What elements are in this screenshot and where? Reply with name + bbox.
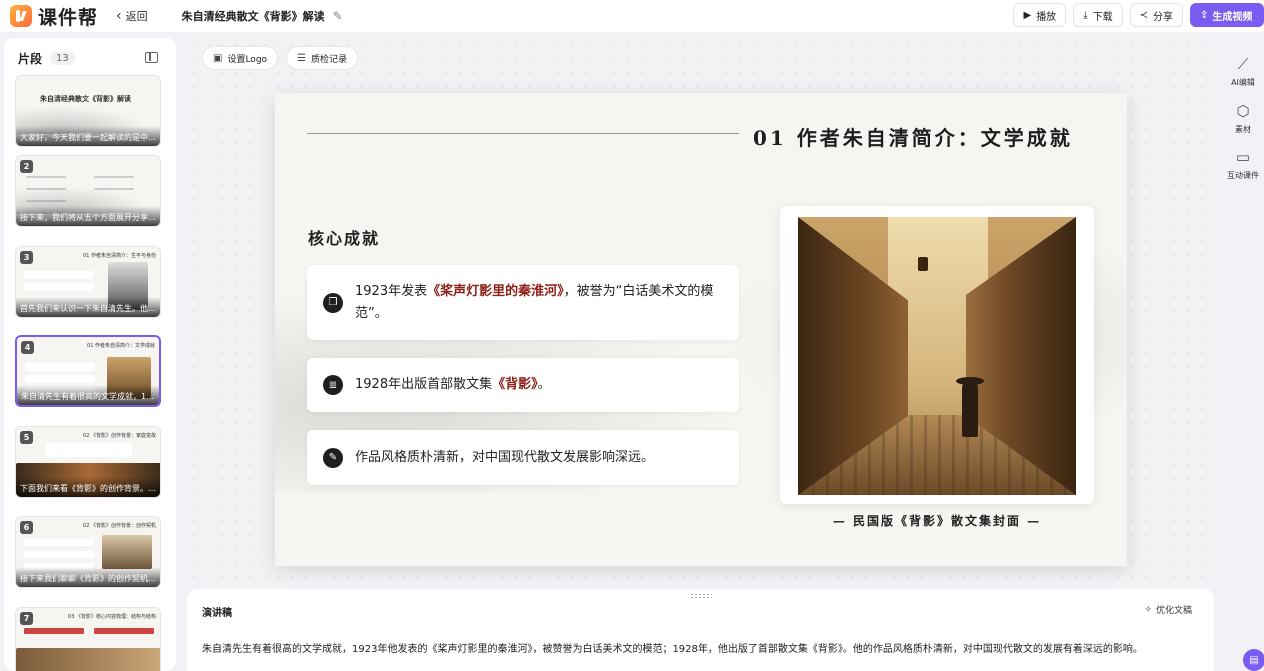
optimize-script-button[interactable]: ✧ 优化文稿	[1144, 603, 1192, 617]
set-logo-button[interactable]: ▣ 设置Logo	[202, 46, 279, 70]
thumb-number: 2	[20, 160, 33, 173]
title-divider	[307, 133, 739, 134]
segment-thumb-4[interactable]: 4 01 作者朱自清简介：文学成就 朱自清先生有着很高的文学成就，1923…	[15, 335, 161, 407]
segment-thumb-3[interactable]: 3 01 作者朱自清简介：生平与身份 首先我们来认识一下朱自清先生。他出…	[15, 246, 161, 318]
thumb-heading: 01 作者朱自清简介：文学成就	[87, 343, 155, 349]
sparkle-icon: ✧	[1144, 604, 1152, 615]
segment-thumb-5[interactable]: 5 02 《背影》创作背景：家庭变故 下面我们来看《背影》的创作背景。19…	[15, 426, 161, 498]
segment-thumb-2[interactable]: 2 接下来，我们将从五个方面展开分享。…	[15, 155, 161, 227]
share-button[interactable]: ≺ 分享	[1129, 3, 1183, 27]
document-title[interactable]: 朱自清经典散文《背影》解读	[182, 8, 325, 24]
download-label: 下载	[1092, 11, 1113, 23]
cover-image-frame	[780, 206, 1094, 504]
ai-edit-tool[interactable]: ⟋ AI编辑	[1222, 55, 1264, 88]
qc-records-button[interactable]: ☰ 质检记录	[286, 46, 358, 70]
image-caption: — 民国版《背影》散文集封面 —	[832, 514, 1042, 528]
cube-icon: ⬡	[1236, 102, 1250, 120]
interactive-courseware-tool[interactable]: ▭ 互动课件	[1222, 148, 1264, 181]
segment-thumb-6[interactable]: 6 02 《背影》创作背景：创作契机 接下来我们聊聊《背影》的创作契机。…	[15, 516, 161, 588]
play-icon: ▶	[1023, 9, 1032, 21]
play-button[interactable]: ▶ 播放	[1013, 3, 1067, 27]
pencil-icon[interactable]: ✎	[333, 9, 343, 23]
thumb-heading: 朱自清经典散文《背影》解读	[40, 95, 131, 103]
speech-panel: 演讲稿 ✧ 优化文稿 朱自清先生有着很高的文学成就，1923年他发表的《桨声灯影…	[187, 589, 1214, 671]
achievement-card-1: ❒ 1923年发表《桨声灯影里的秦淮河》，被誉为“白话美术文的模范”。	[307, 265, 739, 340]
alley-image	[798, 217, 1076, 495]
back-button[interactable]: ‹ 返回	[116, 8, 148, 24]
help-badge-icon[interactable]: ▤	[1243, 649, 1264, 671]
thumb-caption: 接下来，我们将从五个方面展开分享。…	[16, 206, 160, 226]
thumb-heading: 01 作者朱自清简介：生平与身份	[83, 253, 156, 259]
share-label: 分享	[1153, 11, 1173, 23]
thumb-caption: 首先我们来认识一下朱自清先生。他出…	[16, 297, 160, 317]
download-button[interactable]: ⤓ 下载	[1073, 3, 1123, 27]
generate-video-label: 生成视频	[1212, 11, 1253, 23]
achievement-card-3: ✎ 作品风格质朴清新，对中国现代散文发展影响深远。	[307, 430, 739, 485]
back-label: 返回	[125, 10, 148, 23]
qc-records-label: 质检记录	[310, 54, 347, 65]
magic-wand-icon: ⟋	[1237, 55, 1249, 73]
resize-handle[interactable]	[690, 593, 712, 599]
panel-toggle-icon[interactable]	[145, 52, 158, 63]
materials-tool[interactable]: ⬡ 素材	[1222, 102, 1264, 135]
speech-title: 演讲稿	[202, 608, 232, 619]
app-name: 课件帮	[38, 6, 99, 29]
ai-edit-label: AI编辑	[1231, 78, 1255, 87]
segment-thumb-1[interactable]: 朱自清经典散文《背影》解读 大家好，今天我们要一起解读的是中国…	[15, 75, 161, 147]
list-icon: ☰	[297, 52, 306, 64]
share-icon: ≺	[1139, 9, 1148, 21]
thumb-heading: 02 《背影》创作背景：家庭变故	[83, 433, 156, 439]
thumb-caption: 下面我们来看《背影》的创作背景。19…	[16, 477, 160, 497]
thumb-heading: 03 《背影》核心内容梳理：结构与结构	[68, 614, 156, 620]
slide-preview[interactable]: 01 作者朱自清简介：文学成就 核心成就 ❒ 1923年发表《桨声灯影里的秦淮河…	[275, 93, 1127, 566]
chevron-left-icon: ‹	[116, 8, 122, 24]
segment-thumb-7[interactable]: 7 03 《背影》核心内容梳理：结构与结构	[15, 607, 161, 671]
segments-title: 片段	[18, 51, 43, 66]
download-icon: ⤓	[1083, 9, 1088, 21]
generate-video-button[interactable]: ⇪ 生成视频	[1190, 3, 1264, 27]
slide-subheading: 核心成就	[308, 229, 381, 248]
thumb-caption: 大家好，今天我们要一起解读的是中国…	[16, 126, 160, 146]
top-actions: ▶ 播放 ⤓ 下载 ≺ 分享 ⇪ 生成视频	[1013, 3, 1264, 27]
thumb-number: 3	[20, 251, 33, 264]
speech-text[interactable]: 朱自清先生有着很高的文学成就，1923年他发表的《桨声灯影里的秦淮河》，被赞誉为…	[202, 640, 1143, 655]
thumb-number: 7	[20, 612, 33, 625]
thumb-number: 4	[21, 341, 34, 354]
feather-icon: ✎	[323, 447, 343, 468]
image-icon: ▣	[213, 52, 223, 64]
thumb-number: 6	[20, 521, 33, 534]
materials-label: 素材	[1235, 125, 1251, 134]
interactive-courseware-label: 互动课件	[1227, 171, 1259, 180]
achievement-text-3: 作品风格质朴清新，对中国现代散文发展影响深远。	[355, 449, 655, 465]
logo-icon	[10, 5, 32, 27]
optimize-label: 优化文稿	[1155, 606, 1192, 616]
slide-title: 01 作者朱自清简介：文学成就	[753, 126, 1073, 150]
play-label: 播放	[1036, 11, 1057, 23]
app-logo[interactable]: 课件帮	[10, 3, 98, 30]
thumb-heading: 02 《背影》创作背景：创作契机	[83, 523, 156, 529]
achievement-text-2: 1928年出版首部散文集《背影》。	[355, 377, 551, 392]
achievement-card-2: ≣ 1928年出版首部散文集《背影》。	[307, 358, 739, 412]
top-bar: 课件帮 ‹ 返回 朱自清经典散文《背影》解读 ✎ ▶ 播放 ⤓ 下载 ≺ 分享 …	[0, 0, 1264, 32]
thumb-caption: 朱自清先生有着很高的文学成就，1923…	[17, 385, 159, 405]
thumb-number: 5	[20, 431, 33, 444]
segments-count: 13	[50, 51, 75, 65]
document-icon: ≣	[323, 375, 343, 395]
set-logo-label: 设置Logo	[227, 54, 268, 65]
book-icon: ❒	[323, 292, 343, 313]
play-screen-icon: ▭	[1235, 148, 1251, 166]
upload-icon: ⇪	[1200, 9, 1209, 21]
achievement-text-1: 1923年发表《桨声灯影里的秦淮河》，被誉为“白话美术文的模范”。	[355, 283, 714, 321]
thumb-caption: 接下来我们聊聊《背影》的创作契机。…	[16, 567, 160, 587]
segments-panel: 片段 13 朱自清经典散文《背影》解读 大家好，今天我们要一起解读的是中国… 2…	[4, 38, 176, 671]
